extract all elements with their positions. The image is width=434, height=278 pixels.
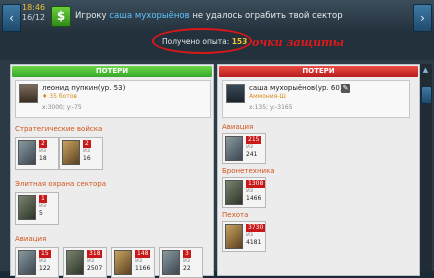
unit-image xyxy=(225,180,243,205)
message-prefix: Игроку xyxy=(75,11,107,21)
unit-image xyxy=(225,224,243,249)
unit-image xyxy=(18,140,36,165)
dollar-icon: $ xyxy=(51,6,71,27)
unit-card[interactable]: 2 из 16 xyxy=(59,137,103,170)
section-title: Элитная охрана сектора xyxy=(15,180,107,188)
unit-image xyxy=(66,250,84,275)
unit-image xyxy=(18,195,36,220)
left-panel-title: ПОТЕРИ xyxy=(12,66,212,77)
unit-image xyxy=(114,250,132,275)
time-info: 18:46 16/12 xyxy=(22,3,45,23)
next-notification-button[interactable]: › xyxy=(413,4,432,32)
section-title: Стратегические войска xyxy=(15,125,103,133)
scrollbar[interactable]: ▲ xyxy=(420,64,432,271)
defender-card[interactable]: саша мухорыёнов(ур. 60) ✎ Аммония-Ш x:13… xyxy=(222,80,410,118)
right-panel-title: ПОТЕРИ xyxy=(219,66,418,77)
section-title: Авиация xyxy=(222,123,254,131)
unit-total: 2507 xyxy=(87,265,103,272)
scroll-up-icon[interactable]: ▲ xyxy=(421,66,430,75)
attacker-coords: x:3000; y:-75 xyxy=(42,104,82,111)
message-suffix: не удалось ограбить твой сектор xyxy=(192,11,343,21)
defender-subtitle: Аммония-Ш xyxy=(249,93,286,100)
attacker-subtitle: ♦ 35 ботов xyxy=(42,93,77,100)
section-title: Бронетехника xyxy=(222,167,275,175)
defender-coords: x:135; y:-3165 xyxy=(249,104,293,111)
unit-card[interactable]: 1308 из 1466 xyxy=(222,177,266,208)
attacker-losses-panel: ПОТЕРИ леонид пупкин(ур. 53) ♦ 35 ботов … xyxy=(10,64,214,278)
unit-card[interactable]: 215 из 241 xyxy=(222,133,266,164)
attacker-card[interactable]: леонид пупкин(ур. 53) ♦ 35 ботов x:3000;… xyxy=(15,80,211,118)
notification-message: Игроку саша мухорыёнов не удалось ограби… xyxy=(75,11,343,21)
unit-of: из xyxy=(246,143,254,150)
handwritten-annotation: очки защиты xyxy=(252,36,344,49)
unit-of: из xyxy=(135,257,143,264)
unit-card[interactable]: 15 из 122 xyxy=(15,247,59,278)
unit-card[interactable]: 3730 из 4181 xyxy=(222,221,266,252)
highlight-ring xyxy=(152,28,252,54)
pencil-icon[interactable]: ✎ xyxy=(341,84,350,93)
notification-time: 18:46 xyxy=(22,3,46,12)
unit-of: из xyxy=(83,147,91,154)
defender-name: саша мухорыёнов(ур. 60) xyxy=(249,84,343,92)
prev-notification-button[interactable]: ‹ xyxy=(2,4,21,32)
unit-total: 16 xyxy=(83,155,91,162)
section-title: Пехота xyxy=(222,211,249,219)
scroll-thumb[interactable] xyxy=(421,86,432,104)
unit-card[interactable]: 3 из 22 xyxy=(159,247,203,278)
unit-of: из xyxy=(39,257,47,264)
unit-of: из xyxy=(39,147,47,154)
avatar xyxy=(226,84,245,103)
avatar xyxy=(19,84,38,103)
unit-card[interactable]: 1 из 5 xyxy=(15,192,59,225)
attacker-name: леонид пупкин(ур. 53) xyxy=(42,84,126,92)
section-title: Авиация xyxy=(15,235,47,243)
unit-total: 122 xyxy=(39,265,51,272)
unit-total: 4181 xyxy=(246,239,262,246)
unit-of: из xyxy=(87,257,95,264)
unit-image xyxy=(62,140,80,165)
unit-of: из xyxy=(246,187,254,194)
unit-total: 241 xyxy=(246,151,258,158)
unit-of: из xyxy=(39,202,47,209)
defender-losses-panel: ПОТЕРИ саша мухорыёнов(ур. 60) ✎ Аммония… xyxy=(217,64,420,276)
unit-card[interactable]: 318 из 2507 xyxy=(63,247,107,278)
player-link[interactable]: саша мухорыёнов xyxy=(109,11,189,21)
unit-card[interactable]: 2 из 18 xyxy=(15,137,59,170)
unit-total: 5 xyxy=(39,210,43,217)
unit-total: 18 xyxy=(39,155,47,162)
unit-of: из xyxy=(183,257,191,264)
notification-counter: 16/12 xyxy=(22,13,46,22)
unit-image xyxy=(162,250,180,275)
unit-total: 1166 xyxy=(135,265,151,272)
unit-total: 22 xyxy=(183,265,191,272)
unit-total: 1466 xyxy=(246,195,262,202)
unit-image xyxy=(225,136,243,161)
unit-of: из xyxy=(246,231,254,238)
unit-card[interactable]: 148 из 1166 xyxy=(111,247,155,278)
unit-image xyxy=(18,250,36,275)
